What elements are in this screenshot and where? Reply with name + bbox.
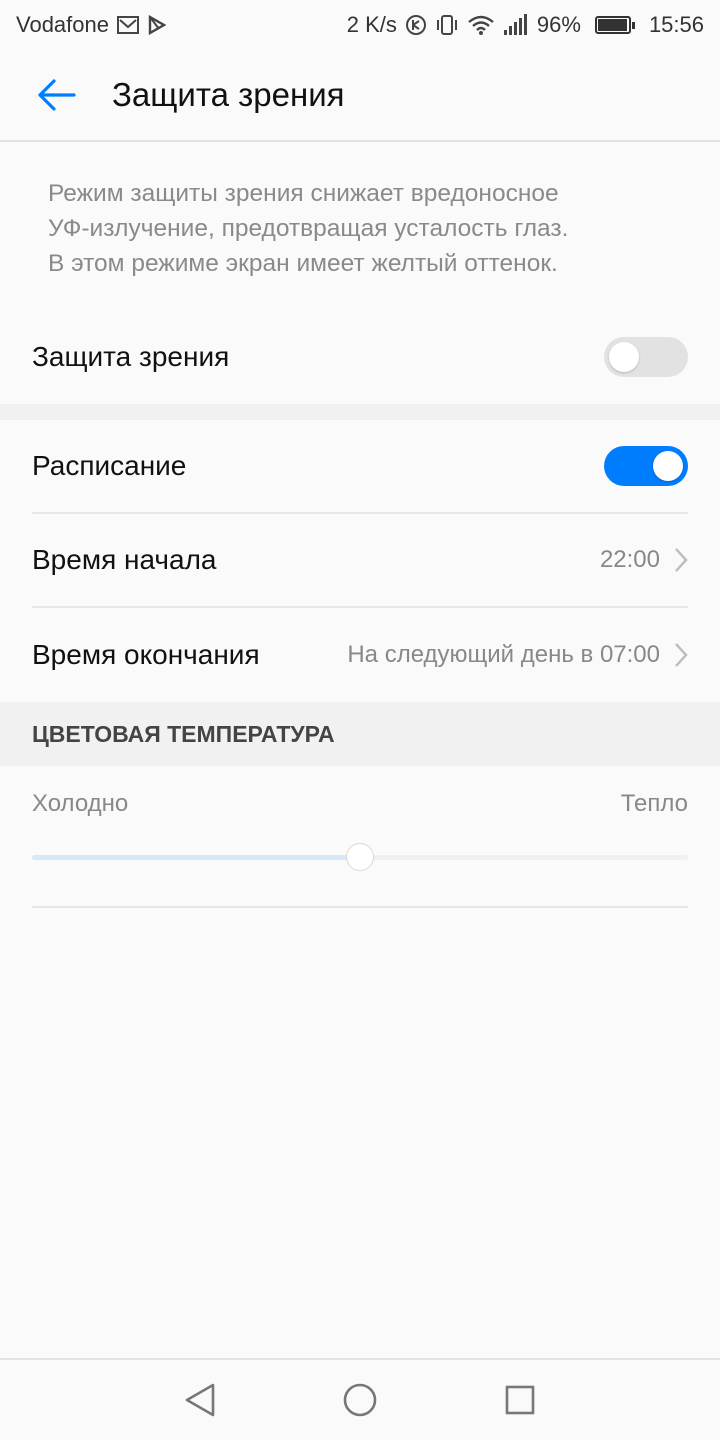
arrow-back-icon [38, 79, 76, 111]
navigation-bar [0, 1358, 720, 1440]
start-time-value: 22:00 [599, 546, 660, 573]
schedule-label: Расписание [32, 450, 187, 481]
nav-home-button[interactable] [330, 1370, 390, 1430]
toggle-knob [609, 342, 639, 372]
battery-icon [594, 16, 635, 34]
triangle-back-icon [185, 1383, 215, 1417]
clock: 15:56 [648, 12, 704, 37]
color-temperature-header: ЦВЕТОВАЯ ТЕМПЕРАТУРА [0, 702, 720, 766]
vibrate-icon [435, 14, 459, 36]
data-saver-icon [405, 14, 427, 36]
back-button[interactable] [20, 59, 92, 131]
signal-icon [503, 14, 529, 36]
schedule-toggle[interactable] [604, 446, 688, 486]
square-recents-icon [505, 1385, 535, 1415]
divider [32, 906, 688, 908]
cold-label: Холодно [32, 790, 129, 817]
eye-protection-row[interactable]: Защита зрения [0, 310, 720, 404]
carrier-name: Vodafone [16, 12, 109, 37]
battery-fill [597, 19, 627, 31]
status-bar: Vodafone 2 K/s 96% 15:56 [0, 0, 720, 50]
battery-percent: 96% [536, 12, 581, 37]
warm-label: Тепло [620, 790, 688, 817]
mail-notification-icon [116, 16, 139, 34]
chevron-right-icon [674, 547, 688, 573]
page-title: Защита зрения [112, 76, 345, 113]
description-line: УФ-излучение, предотвращая усталость гла… [48, 215, 569, 242]
circle-home-icon [343, 1383, 377, 1417]
description-line: В этом режиме экран имеет желтый оттенок… [48, 250, 558, 277]
section-gap [0, 404, 720, 420]
app-bar: Защита зрения [0, 50, 720, 142]
toggle-knob [653, 451, 683, 481]
schedule-row[interactable]: Расписание [0, 420, 720, 512]
end-time-label: Время окончания [32, 639, 260, 670]
description-line: Режим защиты зрения снижает вредоносное [48, 180, 559, 207]
status-right: 2 K/s 96% 15:56 [347, 12, 704, 38]
slider-labels: Холодно Тепло [32, 790, 688, 818]
start-time-label: Время начала [32, 544, 217, 575]
nav-recents-button[interactable] [490, 1370, 550, 1430]
eye-protection-toggle[interactable] [604, 337, 688, 377]
nav-back-button[interactable] [170, 1370, 230, 1430]
screen: Vodafone 2 K/s 96% 15:56 Защита зрения Р… [0, 0, 720, 1440]
description-text: Режим защиты зрения снижает вредоносное … [48, 176, 678, 281]
wifi-icon [467, 14, 495, 36]
play-store-notification-icon [147, 15, 167, 35]
slider-thumb[interactable] [346, 843, 374, 871]
status-left: Vodafone [16, 12, 167, 38]
network-speed: 2 K/s [346, 12, 397, 37]
eye-protection-label: Защита зрения [32, 341, 230, 372]
chevron-right-icon [674, 642, 688, 668]
slider-fill [32, 855, 360, 860]
end-time-row[interactable]: Время окончания На следующий день в 07:0… [0, 608, 720, 702]
end-time-value: На следующий день в 07:00 [347, 641, 660, 668]
start-time-row[interactable]: Время начала 22:00 [0, 514, 720, 606]
